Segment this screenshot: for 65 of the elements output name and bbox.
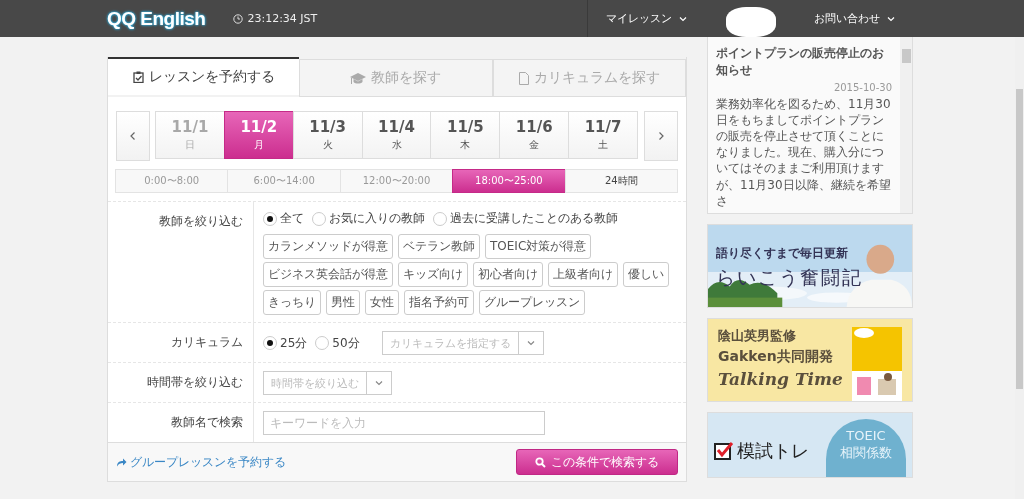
filter-tag[interactable]: 男性	[326, 290, 360, 315]
time-range-tab[interactable]: 18:00〜25:00	[452, 169, 566, 193]
date-tab[interactable]: 11/6 金	[499, 111, 570, 159]
filter-tag[interactable]: キッズ向け	[398, 262, 468, 287]
banner-text: 陰山英男監修	[718, 326, 797, 345]
radio-label: お気に入りの教師	[329, 210, 425, 227]
radio-label: 50分	[332, 334, 360, 352]
badge-text: TOEIC	[846, 426, 886, 445]
search-button[interactable]: この条件で検索する	[516, 449, 678, 475]
document-icon	[518, 71, 529, 85]
keyword-field[interactable]: キーワードを入力	[263, 411, 545, 435]
group-lesson-link[interactable]: グループレッスンを予約する	[116, 453, 286, 471]
current-time: 23:12:34 JST	[247, 12, 318, 25]
logo[interactable]: QQ English	[107, 7, 206, 30]
filter-tag[interactable]: グループレッスン	[479, 290, 585, 315]
banner-title: 模試トレ	[737, 438, 809, 463]
filter-tag[interactable]: 優しい	[623, 262, 669, 287]
banner-text: Talking Time	[718, 368, 844, 389]
field-label: カリキュラム	[108, 323, 254, 362]
filter-tag[interactable]: 指名予約可	[404, 290, 474, 315]
filter-tag[interactable]: 初心者向け	[473, 262, 543, 287]
date-tab[interactable]: 11/5 木	[430, 111, 501, 159]
chevron-left-icon	[128, 131, 138, 141]
filter-tag[interactable]: きっちり	[263, 290, 321, 315]
nav-menu[interactable]: お問い合わせ	[796, 0, 914, 37]
scrollbar[interactable]	[900, 37, 912, 213]
radio-label: 全て	[280, 210, 304, 227]
share-arrow-icon	[116, 457, 127, 467]
date-tab[interactable]: 11/3 火	[292, 111, 363, 159]
graduation-cap-icon	[350, 71, 367, 85]
next-button[interactable]	[644, 111, 678, 161]
prev-button[interactable]	[116, 111, 150, 161]
chevron-down-icon	[525, 338, 536, 348]
tab[interactable]: レッスンを予約する	[108, 57, 300, 95]
news-date: 2015-10-30	[832, 81, 892, 93]
book-banner[interactable]: 陰山英男監修 Gakken共同開発 Talking Time	[707, 317, 913, 402]
time-range-tab[interactable]: 24時間	[564, 169, 679, 193]
field-label: 教師を絞り込む	[108, 202, 254, 322]
chevron-down-icon	[374, 378, 384, 388]
news-title[interactable]: ポイントプランの販売停止のお知らせ	[716, 45, 892, 79]
chevron-right-icon	[656, 131, 666, 141]
filter-tag[interactable]: 上級者向け	[548, 262, 618, 287]
radio-label: 過去に受講したことのある教師	[450, 210, 618, 227]
filter-tag[interactable]: ビジネス英会話が得意	[263, 262, 393, 287]
filter-tag[interactable]: TOEIC対策が得意	[485, 234, 592, 259]
nav-menu[interactable]: マイレッスン	[587, 0, 706, 37]
clipboard-check-icon	[132, 71, 144, 83]
banner-tagline: 語り尽くすまで毎日更新	[716, 244, 848, 262]
news-body: 業務効率化を図るため、11月30日をもちましてポイントプランの販売を停止させて頂くことになりました。現在、購入分についてはそのままご利用頂けますが、11月30日以降、継続を希望さ	[716, 95, 892, 209]
date-tab[interactable]: 11/7 土	[568, 111, 638, 159]
clock-icon	[233, 13, 244, 24]
banner-title: らいこう奮闘記	[716, 264, 863, 290]
date-tab[interactable]: 11/4 水	[361, 111, 432, 159]
search-icon	[535, 456, 546, 468]
field-label: 時間帯を絞り込む	[108, 363, 254, 402]
radio-label: 25分	[280, 334, 308, 352]
exam-banner[interactable]: 模試トレ TOEIC 相関係数	[707, 411, 913, 478]
banner-text: Gakken共同開発	[718, 347, 834, 366]
badge-text: 相関係数	[840, 444, 892, 462]
filter-tag[interactable]: ベテラン教師	[398, 234, 480, 259]
checkbox-icon	[714, 440, 734, 461]
filter-tag[interactable]: 女性	[365, 290, 399, 315]
date-tab[interactable]: 11/2 月	[223, 111, 294, 159]
filter-tag[interactable]: カランメソッドが得意	[263, 234, 393, 259]
blog-banner[interactable]: 語り尽くすまで毎日更新 らいこう奮闘記	[707, 223, 913, 308]
